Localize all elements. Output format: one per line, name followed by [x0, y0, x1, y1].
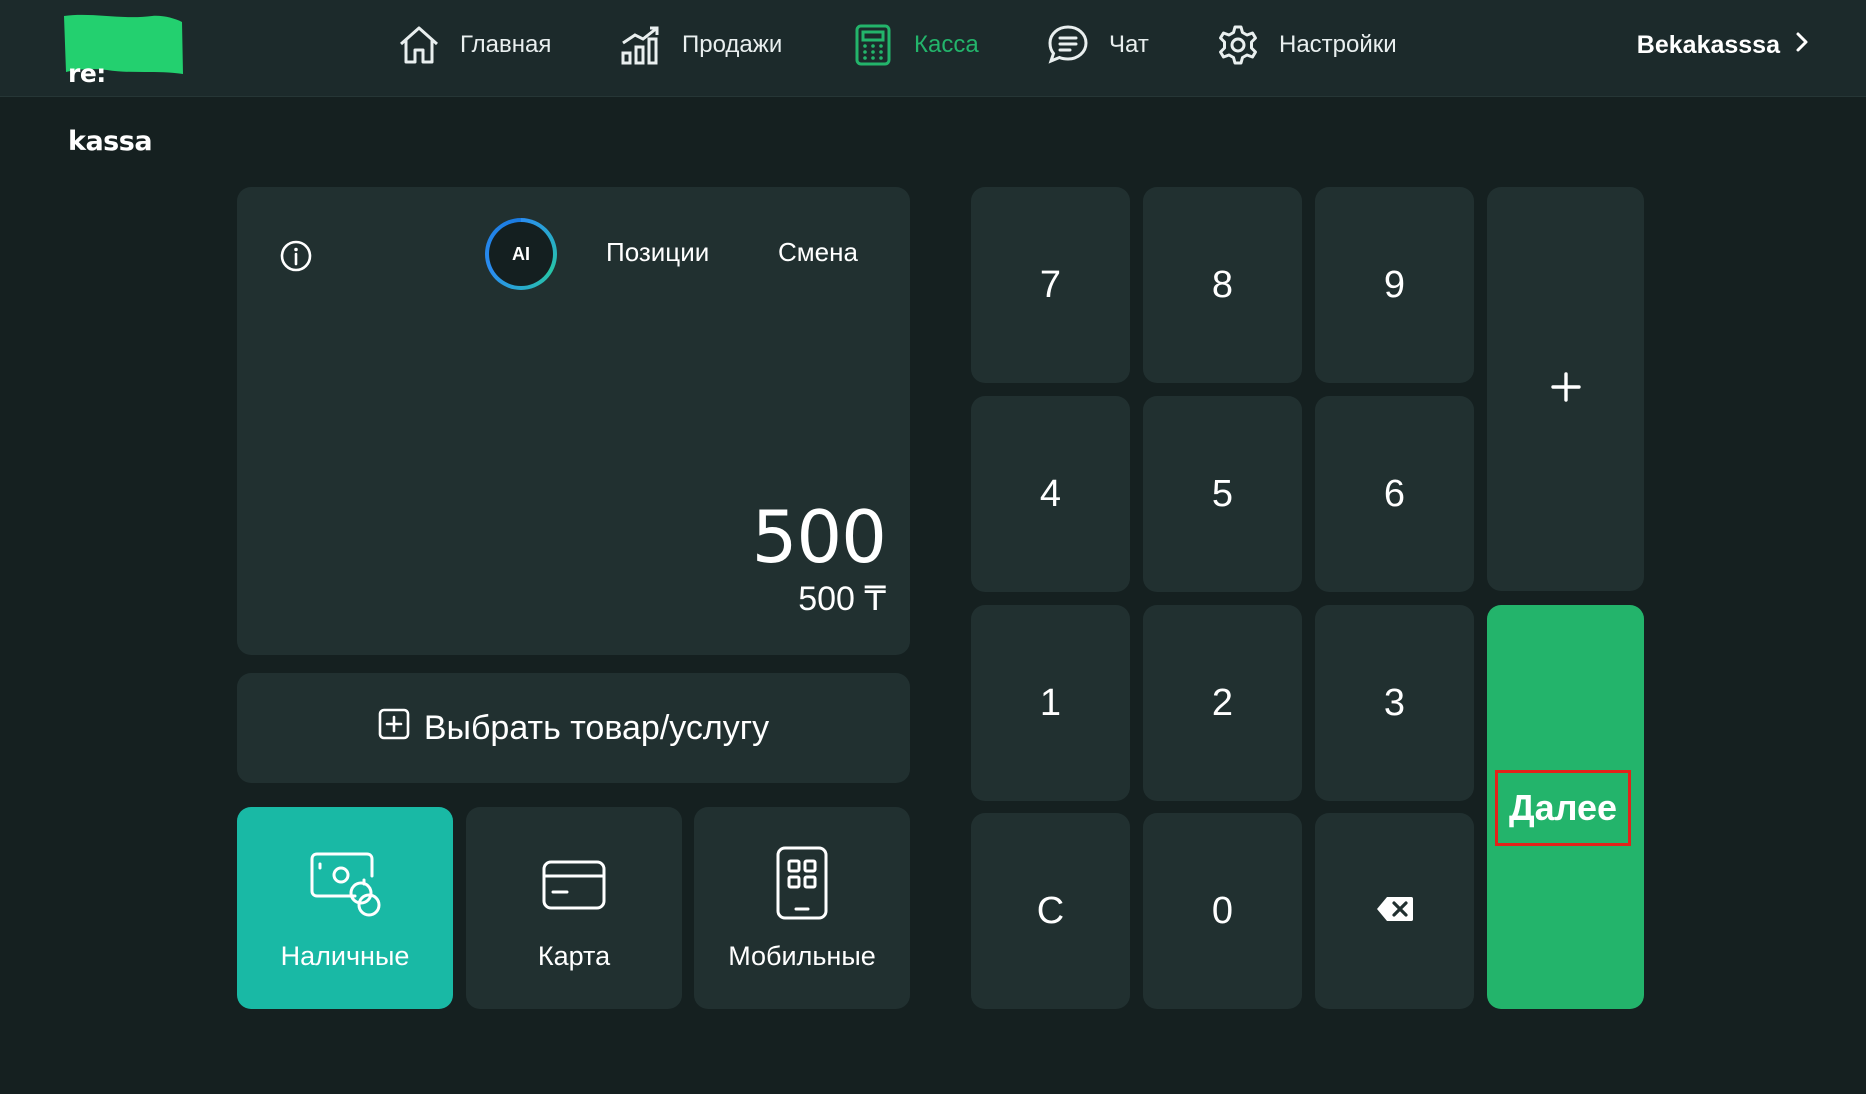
- nav-label-chat: Чат: [1109, 31, 1149, 58]
- chevron-right-icon: [1794, 31, 1810, 60]
- payment-card-label: Карта: [537, 941, 611, 971]
- nav-label-sales: Продажи: [682, 31, 783, 58]
- key-clear[interactable]: C: [971, 813, 1130, 1009]
- nav-item-sales[interactable]: Продажи: [618, 22, 782, 68]
- key-6[interactable]: 6: [1315, 396, 1474, 592]
- chat-icon: [1045, 22, 1091, 68]
- choose-product-label: Выбрать товар/услугу: [423, 708, 770, 747]
- amount-display-panel: AI Позиции Смена 500 500 ₸: [237, 187, 910, 655]
- home-icon: [396, 22, 442, 68]
- nav-item-chat[interactable]: Чат: [1045, 22, 1149, 68]
- mobile-qr-icon: [694, 833, 910, 933]
- user-name: Bekakasssa: [1636, 30, 1780, 59]
- gear-icon: [1215, 22, 1261, 68]
- payment-mobile-label: Мобильные: [728, 941, 876, 971]
- calculator-icon: [850, 22, 896, 68]
- key-7[interactable]: 7: [971, 187, 1130, 383]
- nav-item-home[interactable]: Главная: [396, 22, 551, 68]
- nav-label-settings: Настройки: [1279, 31, 1397, 58]
- user-account-link[interactable]: Bekakasssa: [1637, 24, 1810, 66]
- payment-cash-label: Наличные: [280, 941, 410, 971]
- plus-square-icon: [378, 708, 410, 749]
- backspace-icon: [1375, 890, 1415, 933]
- rekassa-logo[interactable]: re: kassa: [62, 12, 184, 155]
- key-4[interactable]: 4: [971, 396, 1130, 592]
- ai-label: AI: [489, 222, 553, 286]
- cash-icon: [237, 845, 453, 925]
- choose-product-button[interactable]: Выбрать товар/услугу: [237, 673, 910, 783]
- shift-link[interactable]: Смена: [778, 237, 858, 268]
- key-backspace[interactable]: [1315, 813, 1474, 1009]
- key-3[interactable]: 3: [1315, 605, 1474, 801]
- amount-total: 500 ₸: [798, 580, 886, 618]
- plus-icon: [1550, 371, 1582, 408]
- next-button[interactable]: Далее: [1487, 605, 1644, 1009]
- key-0[interactable]: 0: [1143, 813, 1302, 1009]
- bar-chart-icon: [618, 22, 664, 68]
- info-icon[interactable]: [279, 239, 313, 273]
- top-bar: re: kassa Главная Продажи Касса Чат Наст…: [0, 0, 1866, 155]
- nav-item-cashier[interactable]: Касса: [850, 22, 979, 68]
- nav-item-settings[interactable]: Настройки: [1215, 22, 1397, 68]
- positions-link[interactable]: Позиции: [606, 237, 709, 268]
- next-label: Далее: [1495, 770, 1631, 846]
- logo-text: re: kassa: [68, 14, 153, 202]
- payment-cash-button[interactable]: Наличные: [237, 807, 453, 1009]
- card-icon: [466, 845, 682, 925]
- key-2[interactable]: 2: [1143, 605, 1302, 801]
- key-8[interactable]: 8: [1143, 187, 1302, 383]
- logo-line-1: re:: [68, 59, 106, 88]
- key-5[interactable]: 5: [1143, 396, 1302, 592]
- nav-label-cashier: Касса: [914, 31, 979, 58]
- payment-card-button[interactable]: Карта: [466, 807, 682, 1009]
- key-plus[interactable]: [1487, 187, 1644, 591]
- nav-label-home: Главная: [460, 31, 552, 58]
- key-1[interactable]: 1: [971, 605, 1130, 801]
- logo-line-2: kassa: [68, 126, 153, 157]
- amount-expression: 500: [751, 495, 887, 579]
- payment-mobile-button[interactable]: Мобильные: [694, 807, 910, 1009]
- ai-assistant-button[interactable]: AI: [485, 218, 557, 290]
- key-9[interactable]: 9: [1315, 187, 1474, 383]
